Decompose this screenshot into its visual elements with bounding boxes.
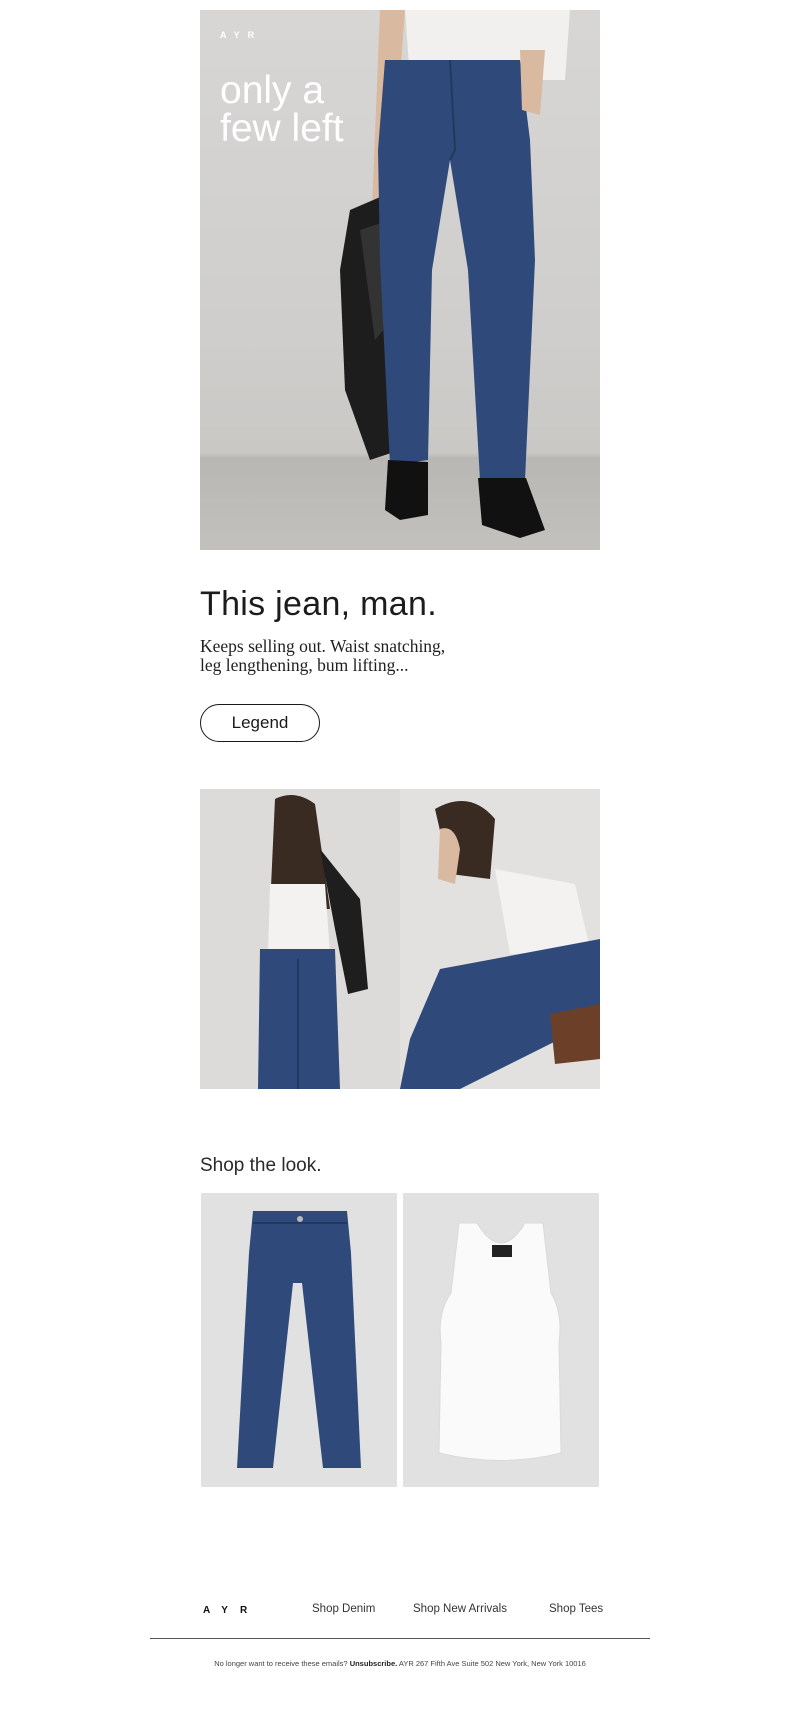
product-grid xyxy=(201,1193,599,1487)
page-title: This jean, man. xyxy=(200,585,437,623)
hero-headline-line1: only a xyxy=(220,69,325,112)
tank-product-image xyxy=(438,1222,562,1461)
model-seated-photo[interactable] xyxy=(400,789,600,1089)
shop-the-look-heading: Shop the look. xyxy=(200,1155,322,1176)
hero-headline: only a few left xyxy=(220,69,420,150)
footer-legal-text: No longer want to receive these emails? … xyxy=(150,1659,650,1668)
product-jeans[interactable] xyxy=(201,1193,397,1487)
footer-logo[interactable]: AYR xyxy=(203,1605,259,1616)
hero-image[interactable]: AYR only a few left xyxy=(200,10,600,550)
legal-prefix: No longer want to receive these emails? xyxy=(214,1659,348,1668)
email-body: AYR only a few left xyxy=(200,10,600,550)
footer-link-shop-denim[interactable]: Shop Denim xyxy=(312,1603,375,1615)
footer-link-shop-new-arrivals[interactable]: Shop New Arrivals xyxy=(413,1603,507,1615)
legal-address: AYR 267 Fifth Ave Suite 502 New York, Ne… xyxy=(398,1659,586,1668)
footer-divider xyxy=(150,1638,650,1639)
footer-link-shop-tees[interactable]: Shop Tees xyxy=(549,1603,603,1615)
product-tank[interactable] xyxy=(403,1193,599,1487)
model-photo-pair xyxy=(200,789,600,1089)
jeans-product-image xyxy=(237,1211,361,1468)
intro-subcopy-line2: leg lengthening, bum lifting... xyxy=(200,655,409,675)
intro-subcopy-line1: Keeps selling out. Waist snatching, xyxy=(200,636,446,656)
model-back-illustration xyxy=(258,795,368,1089)
intro-subcopy: Keeps selling out. Waist snatching, leg … xyxy=(200,637,500,675)
legend-button[interactable]: Legend xyxy=(200,704,320,742)
model-seated-illustration xyxy=(400,801,600,1089)
unsubscribe-link[interactable]: Unsubscribe. xyxy=(350,1659,398,1668)
model-back-photo[interactable] xyxy=(200,789,400,1089)
hero-headline-line2: few left xyxy=(220,107,344,150)
hero-logo: AYR xyxy=(220,30,263,40)
